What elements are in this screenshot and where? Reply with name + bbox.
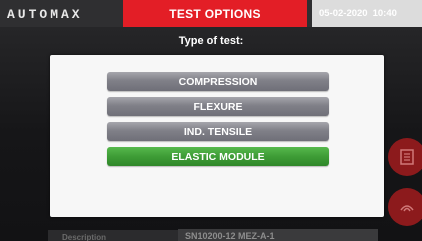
option-label: COMPRESSION xyxy=(178,75,258,88)
test-options-screen: AUTOMAX TEST OPTIONS 05-02-2020 10:40 Ty… xyxy=(0,0,422,241)
title-bar: TEST OPTIONS xyxy=(123,0,307,27)
time-text: 10:40 xyxy=(372,8,397,19)
side-button-document[interactable] xyxy=(388,138,422,176)
option-label: ELASTIC MODULE xyxy=(171,150,265,163)
brand-logo: AUTOMAX xyxy=(7,6,83,22)
option-compression[interactable]: COMPRESSION xyxy=(107,72,329,91)
option-flexure[interactable]: FLEXURE xyxy=(107,97,329,116)
datetime-display: 05-02-2020 10:40 xyxy=(312,0,422,27)
bottom-left-label: Description xyxy=(62,233,107,241)
test-type-dialog: COMPRESSION FLEXURE IND. TENSILE ELASTIC… xyxy=(50,55,384,217)
side-button-signal[interactable] xyxy=(388,188,422,226)
bottom-right-text: SN10200-12 MEZ-A-1 xyxy=(185,231,275,241)
option-elastic-module[interactable]: ELASTIC MODULE xyxy=(107,147,329,166)
option-label: IND. TENSILE xyxy=(183,125,253,138)
test-type-heading: Type of test: xyxy=(178,35,244,47)
date-text: 05-02-2020 xyxy=(319,8,368,19)
document-icon xyxy=(400,149,414,165)
page-title: TEST OPTIONS xyxy=(169,6,261,21)
option-label: FLEXURE xyxy=(193,100,243,113)
option-ind-tensile[interactable]: IND. TENSILE xyxy=(107,122,329,141)
signal-icon xyxy=(400,205,414,212)
